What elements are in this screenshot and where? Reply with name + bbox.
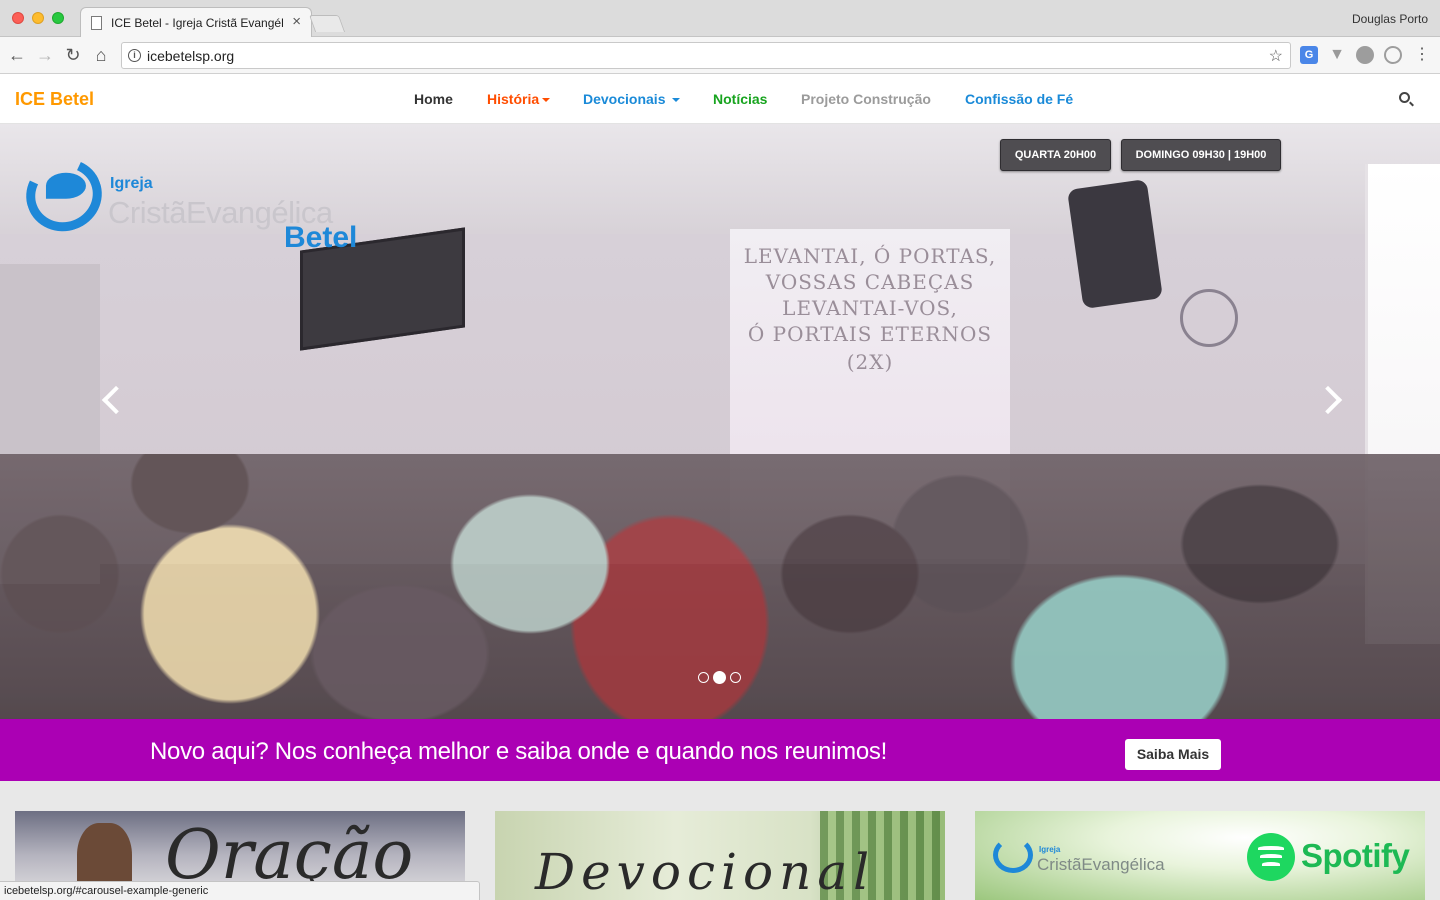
logo-igreja-text: Igreja bbox=[110, 175, 153, 192]
screen-lyric-line: LEVANTAI, Ó PORTAS, bbox=[743, 244, 997, 268]
link-status-bubble: icebetelsp.org/#carousel-example-generic bbox=[0, 881, 480, 900]
nav-historia-dropdown[interactable]: História bbox=[487, 91, 551, 107]
spotify-icon bbox=[1247, 833, 1295, 881]
screen-lyric-line: LEVANTAI-VOS, bbox=[782, 296, 958, 320]
close-tab-icon[interactable]: × bbox=[292, 14, 301, 30]
hero-photo-speaker bbox=[1067, 179, 1163, 309]
url-text[interactable]: icebetelsp.org bbox=[147, 48, 234, 64]
browser-tab-active[interactable]: ICE Betel - Igreja Cristã Evangélica Bet… bbox=[80, 7, 312, 38]
chevron-down-icon bbox=[542, 98, 551, 103]
vimeo-extension-icon[interactable]: ▼ bbox=[1328, 46, 1346, 64]
church-logo: Igreja CristãEvangélica Betel bbox=[15, 148, 366, 257]
spotify-wordmark: Spotify bbox=[1301, 837, 1410, 874]
address-bar[interactable]: i icebetelsp.org ☆ bbox=[121, 42, 1291, 69]
chevron-down-icon bbox=[672, 98, 681, 103]
home-icon[interactable]: ⌂ bbox=[90, 44, 112, 66]
screen-lyric-line: Ó PORTAIS ETERNOS bbox=[747, 322, 993, 346]
spotify-card[interactable]: Igreja CristãEvangélica Spotify bbox=[975, 811, 1425, 900]
carousel-next-icon[interactable] bbox=[1318, 384, 1342, 418]
forward-arrow-icon[interactable]: → bbox=[34, 44, 56, 66]
logo-betel-text: Betel bbox=[284, 221, 358, 254]
schedule-wednesday-button[interactable]: QUARTA 20H00 bbox=[1000, 139, 1111, 171]
church-logo-mark-icon bbox=[993, 837, 1033, 873]
site-info-icon[interactable]: i bbox=[128, 49, 141, 62]
nav-home[interactable]: Home bbox=[414, 91, 453, 107]
hero-photo-fan bbox=[1180, 289, 1238, 347]
search-icon[interactable] bbox=[1399, 92, 1410, 103]
church-logo-mark-icon bbox=[15, 148, 113, 242]
saiba-mais-button[interactable]: Saiba Mais bbox=[1125, 739, 1221, 770]
tab-title: ICE Betel - Igreja Cristã Evangélica Bet… bbox=[111, 16, 283, 30]
translate-icon[interactable]: G bbox=[1300, 46, 1318, 64]
browser-toolbar: ← → ↻ ⌂ i icebetelsp.org ☆ G ▼ ⋮ bbox=[0, 37, 1440, 74]
site-brand-link[interactable]: ICE Betel bbox=[15, 89, 94, 110]
carousel-indicator-1[interactable] bbox=[698, 672, 709, 683]
new-tab-button[interactable] bbox=[308, 15, 346, 32]
site-navbar: ICE Betel Home História Devocionais Notí… bbox=[0, 74, 1440, 124]
profile-name[interactable]: Douglas Porto bbox=[1352, 12, 1428, 26]
chat-extension-icon[interactable] bbox=[1356, 46, 1374, 64]
browser-menu-icon[interactable]: ⋮ bbox=[1414, 46, 1430, 64]
devocional-card-title: Devocional bbox=[535, 843, 876, 900]
devocional-card[interactable]: Devocional bbox=[495, 811, 945, 900]
carousel-prev-icon[interactable] bbox=[98, 384, 122, 418]
minimize-window-button[interactable] bbox=[32, 12, 44, 24]
schedule-sunday-button[interactable]: DOMINGO 09H30 | 19H00 bbox=[1121, 139, 1281, 171]
close-window-button[interactable] bbox=[12, 12, 24, 24]
card-logo-crista-text: CristãEvangélica bbox=[1037, 855, 1165, 874]
carousel-indicator-3[interactable] bbox=[730, 672, 741, 683]
nav-projeto-construcao[interactable]: Projeto Construção bbox=[801, 91, 931, 107]
screen-lyric-line: VOSSAS CABEÇAS bbox=[765, 270, 975, 294]
carousel-indicator-2[interactable] bbox=[713, 671, 726, 684]
nav-devocionais-dropdown[interactable]: Devocionais bbox=[583, 91, 681, 107]
fullscreen-window-button[interactable] bbox=[52, 12, 64, 24]
reload-icon[interactable]: ↻ bbox=[62, 44, 84, 66]
page-icon bbox=[91, 16, 102, 30]
nav-noticias[interactable]: Notícias bbox=[713, 91, 767, 107]
welcome-banner-text: Novo aqui? Nos conheça melhor e saiba on… bbox=[150, 738, 887, 765]
welcome-banner: Novo aqui? Nos conheça melhor e saiba on… bbox=[0, 719, 1440, 781]
card-logo-igreja-text: Igreja bbox=[1039, 845, 1061, 854]
bookmark-star-icon[interactable]: ☆ bbox=[1269, 46, 1283, 66]
screen-lyric-line: (2X) bbox=[846, 350, 894, 374]
back-arrow-icon[interactable]: ← bbox=[6, 44, 28, 66]
globe-extension-icon[interactable] bbox=[1384, 46, 1402, 64]
nav-confissao-de-fe[interactable]: Confissão de Fé bbox=[965, 91, 1073, 107]
browser-titlebar: ICE Betel - Igreja Cristã Evangélica Bet… bbox=[0, 0, 1440, 38]
